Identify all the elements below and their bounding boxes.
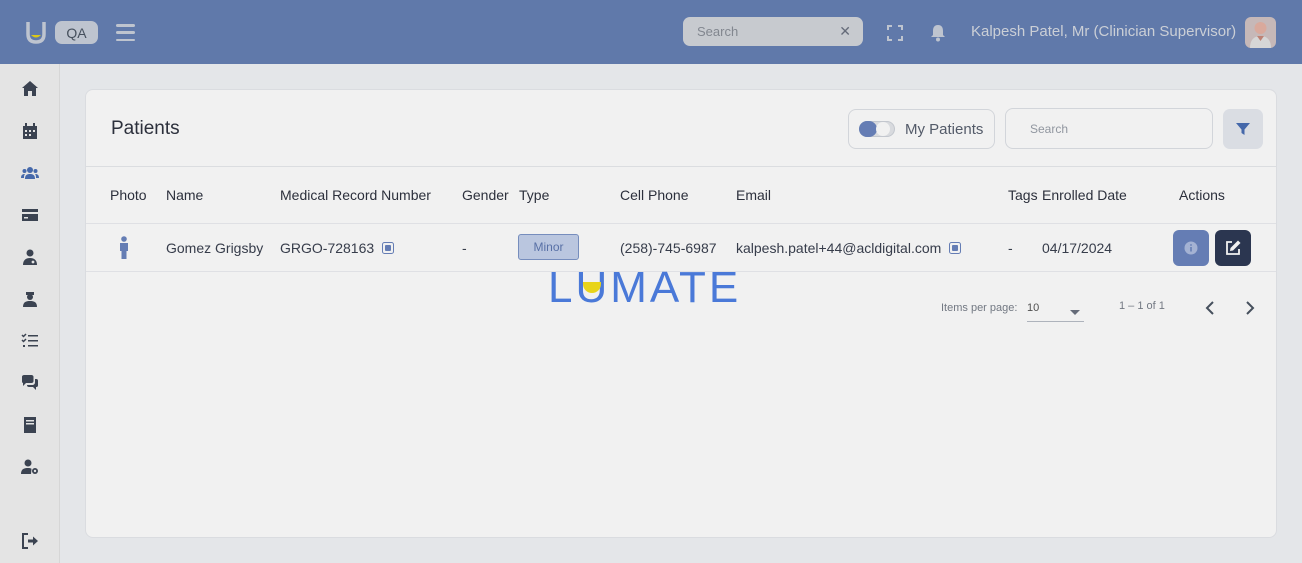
environment-badge: QA bbox=[55, 21, 98, 44]
items-per-page-value: 10 bbox=[1027, 302, 1040, 314]
copy-icon[interactable] bbox=[949, 242, 962, 254]
notification-bell-icon[interactable] bbox=[930, 24, 946, 42]
sidebar-item-clinicians[interactable] bbox=[16, 243, 44, 271]
patient-search-input[interactable] bbox=[1030, 121, 1188, 136]
items-per-page-select[interactable]: 10 bbox=[1027, 298, 1084, 322]
column-header-gender[interactable]: Gender bbox=[462, 187, 509, 203]
sign-out-icon bbox=[22, 533, 38, 549]
user-md-icon bbox=[23, 249, 37, 265]
column-header-tags[interactable]: Tags bbox=[1008, 187, 1038, 203]
patient-tags: - bbox=[1008, 240, 1013, 256]
sidebar-item-messages[interactable] bbox=[16, 369, 44, 397]
sidebar-item-logout[interactable] bbox=[16, 527, 44, 555]
loading-logo: LUMATE bbox=[548, 263, 742, 312]
my-patients-toggle[interactable]: My Patients bbox=[848, 109, 995, 149]
user-nurse-icon bbox=[23, 292, 37, 307]
my-patients-label: My Patients bbox=[905, 120, 984, 138]
patient-email: kalpesh.patel+44@acldigital.com bbox=[736, 240, 942, 256]
top-bar: QA ✕ Kalpesh Patel, Mr (Clinician Superv… bbox=[0, 0, 1302, 64]
column-header-enrolled-date[interactable]: Enrolled Date bbox=[1042, 187, 1127, 203]
credit-card-icon bbox=[22, 209, 38, 221]
menu-toggle-icon[interactable] bbox=[116, 24, 135, 41]
header-divider bbox=[86, 166, 1276, 167]
sidebar-item-user-settings[interactable] bbox=[16, 453, 44, 481]
patient-gender: - bbox=[462, 240, 467, 256]
pagination-range: 1 – 1 of 1 bbox=[1119, 300, 1165, 312]
book-icon bbox=[24, 417, 36, 433]
toggle-switch[interactable] bbox=[859, 121, 895, 137]
items-per-page-label: Items per page: bbox=[941, 302, 1018, 314]
column-header-mrn[interactable]: Medical Record Number bbox=[280, 187, 431, 203]
users-icon bbox=[21, 167, 39, 179]
user-gear-icon bbox=[21, 459, 38, 474]
column-header-photo[interactable]: Photo bbox=[110, 187, 147, 203]
table-header-line bbox=[86, 223, 1276, 224]
column-header-name[interactable]: Name bbox=[166, 187, 203, 203]
calendar-icon bbox=[23, 123, 37, 139]
view-info-button[interactable] bbox=[1173, 230, 1209, 266]
patient-mrn: GRGO-728163 bbox=[280, 240, 375, 256]
patient-email-cell: kalpesh.patel+44@acldigital.com bbox=[736, 240, 962, 256]
patient-mrn-cell: GRGO-728163 bbox=[280, 240, 395, 256]
patient-photo-icon bbox=[120, 236, 128, 259]
sidebar-item-patients[interactable] bbox=[16, 159, 44, 187]
next-page-icon[interactable] bbox=[1243, 300, 1257, 316]
patient-name[interactable]: Gomez Grigsby bbox=[166, 240, 263, 256]
sidebar-item-tasks[interactable] bbox=[16, 327, 44, 355]
filter-icon bbox=[1236, 123, 1250, 135]
sidebar bbox=[0, 64, 60, 563]
sidebar-item-billing[interactable] bbox=[16, 201, 44, 229]
previous-page-icon[interactable] bbox=[1203, 300, 1217, 316]
filter-button[interactable] bbox=[1223, 109, 1263, 149]
sidebar-item-staff[interactable] bbox=[16, 285, 44, 313]
edit-icon bbox=[1226, 240, 1241, 255]
column-header-email[interactable]: Email bbox=[736, 187, 771, 203]
copy-icon[interactable] bbox=[382, 242, 395, 254]
user-name[interactable]: Kalpesh Patel, Mr (Clinician Supervisor) bbox=[971, 23, 1236, 40]
sidebar-item-home[interactable] bbox=[16, 75, 44, 103]
home-icon bbox=[22, 81, 38, 96]
user-avatar-icon bbox=[1250, 22, 1271, 48]
patient-enrolled-date: 04/17/2024 bbox=[1042, 240, 1113, 256]
sidebar-item-documents[interactable] bbox=[16, 411, 44, 439]
column-header-cell-phone[interactable]: Cell Phone bbox=[620, 187, 689, 203]
patient-type-badge: Minor bbox=[518, 234, 579, 260]
patients-card: Patients My Patients Photo Name Medical … bbox=[85, 89, 1277, 538]
app-logo[interactable] bbox=[26, 20, 46, 44]
column-header-actions: Actions bbox=[1179, 187, 1225, 203]
edit-button[interactable] bbox=[1215, 230, 1251, 266]
patient-cell-phone: (258)-745-6987 bbox=[620, 240, 717, 256]
global-search-input[interactable] bbox=[697, 24, 837, 39]
patient-search[interactable] bbox=[1005, 108, 1213, 149]
global-search[interactable]: ✕ bbox=[683, 17, 863, 46]
checklist-icon bbox=[21, 333, 38, 347]
avatar[interactable] bbox=[1245, 17, 1276, 48]
fullscreen-icon[interactable] bbox=[887, 25, 903, 41]
sidebar-item-calendar[interactable] bbox=[16, 117, 44, 145]
page-title: Patients bbox=[111, 118, 180, 139]
column-header-type[interactable]: Type bbox=[519, 187, 549, 203]
chevron-down-icon bbox=[1070, 310, 1080, 315]
comments-icon bbox=[22, 375, 38, 390]
close-icon[interactable]: ✕ bbox=[839, 23, 851, 40]
info-icon bbox=[1184, 241, 1198, 255]
